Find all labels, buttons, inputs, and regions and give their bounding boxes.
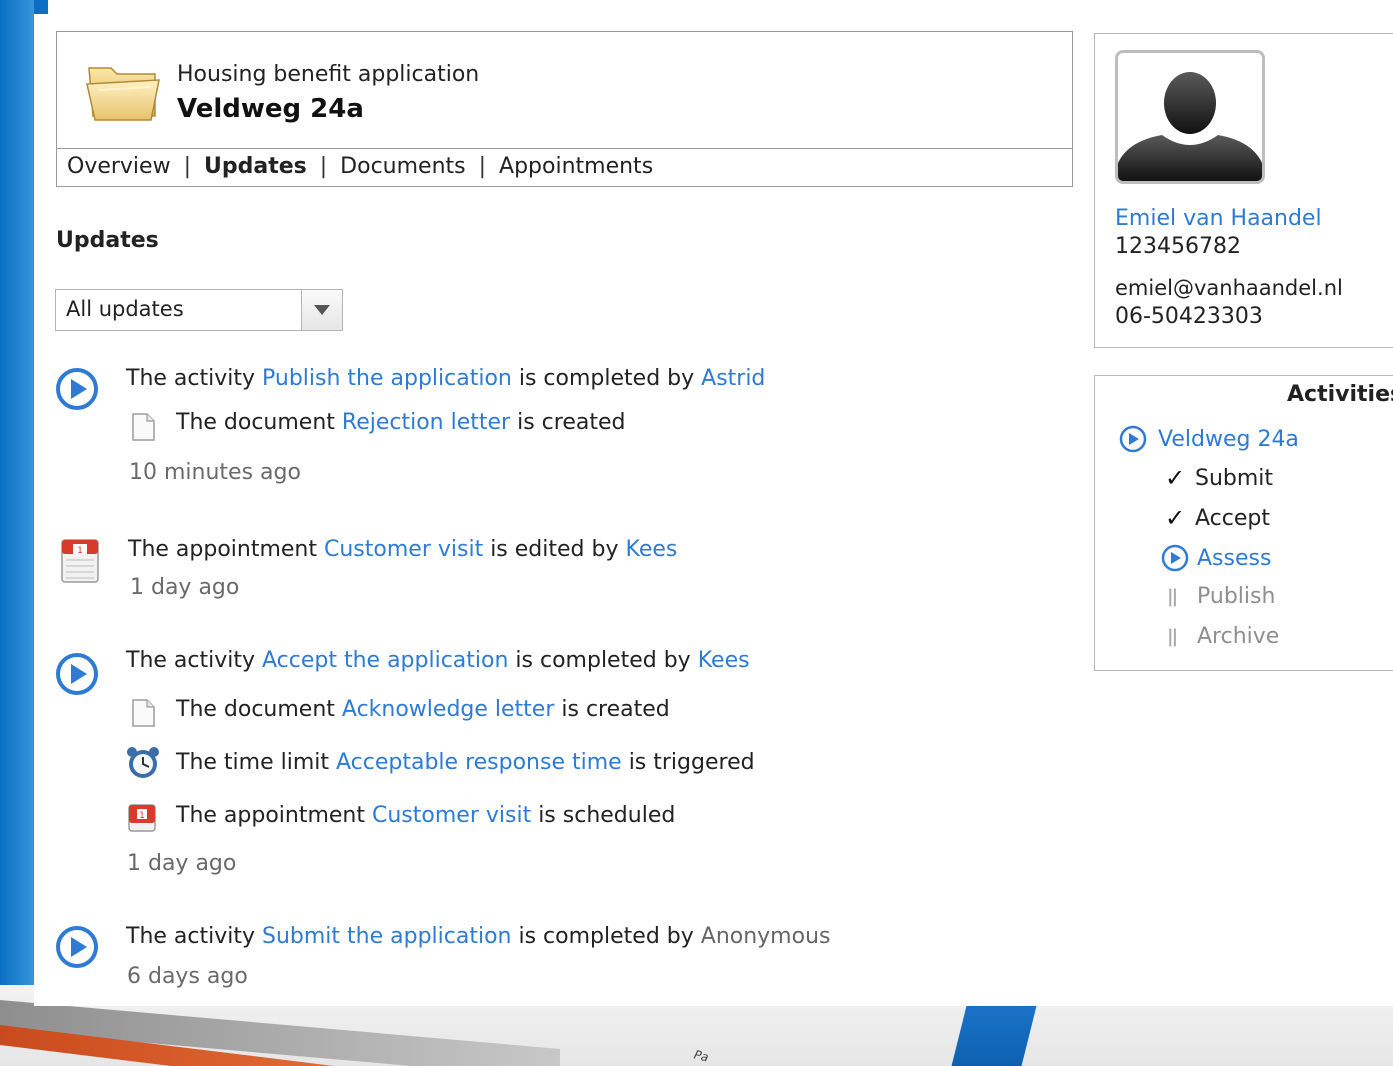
user-name: Anonymous bbox=[700, 924, 831, 949]
update-text: The time limit bbox=[176, 750, 336, 775]
update-timestamp: 6 days ago bbox=[127, 964, 248, 989]
update-text: The document bbox=[176, 697, 342, 722]
time-limit-link[interactable]: Acceptable response time bbox=[336, 750, 622, 775]
document-icon bbox=[132, 413, 155, 441]
update-line: The activity Submit the application is c… bbox=[126, 924, 830, 949]
tab-appointments[interactable]: Appointments bbox=[499, 154, 653, 179]
activity-item-label: Publish bbox=[1197, 584, 1276, 609]
update-timestamp: 10 minutes ago bbox=[129, 460, 301, 485]
person-name-link[interactable]: Emiel van Haandel bbox=[1115, 206, 1322, 231]
update-text: is created bbox=[510, 410, 626, 435]
tab-updates[interactable]: Updates bbox=[204, 154, 307, 179]
person-card: Emiel van Haandel 123456782 emiel@vanhaa… bbox=[1094, 33, 1393, 348]
case-title: Veldweg 24a bbox=[177, 94, 364, 124]
tab-separator: | bbox=[183, 154, 191, 179]
activity-case-row[interactable]: Veldweg 24a bbox=[1119, 424, 1299, 454]
update-line: The activity Publish the application is … bbox=[126, 366, 765, 391]
update-text: The appointment bbox=[128, 537, 324, 562]
play-circle-icon bbox=[1119, 425, 1147, 453]
activity-play-icon bbox=[56, 926, 98, 968]
update-text: The activity bbox=[126, 366, 262, 391]
user-link[interactable]: Kees bbox=[698, 648, 750, 673]
update-line: The time limit Acceptable response time … bbox=[176, 750, 755, 775]
update-line: The activity Accept the application is c… bbox=[126, 648, 750, 673]
pause-icon: || bbox=[1167, 626, 1178, 647]
pause-icon: || bbox=[1167, 586, 1178, 607]
activity-item-assess[interactable]: Assess bbox=[1159, 543, 1271, 573]
user-link[interactable]: Astrid bbox=[701, 366, 765, 391]
activity-item-publish[interactable]: || Publish bbox=[1167, 584, 1275, 609]
case-tabs: Overview | Updates | Documents | Appoint… bbox=[67, 154, 653, 179]
chevron-down-icon bbox=[314, 305, 330, 315]
activity-item-archive[interactable]: || Archive bbox=[1167, 624, 1279, 649]
person-id: 123456782 bbox=[1115, 234, 1241, 259]
updates-filter-select[interactable]: All updates bbox=[55, 289, 343, 331]
svg-text:1: 1 bbox=[139, 811, 145, 821]
tab-separator: | bbox=[319, 154, 328, 179]
calendar-icon: 1 bbox=[128, 804, 156, 832]
appointment-link[interactable]: Customer visit bbox=[324, 537, 483, 562]
check-icon: ✓ bbox=[1165, 464, 1186, 492]
activity-item-label: Submit bbox=[1195, 465, 1274, 491]
update-timestamp: 1 day ago bbox=[127, 851, 237, 876]
person-phone: 06-50423303 bbox=[1115, 304, 1263, 329]
activity-link[interactable]: Submit the application bbox=[262, 924, 512, 949]
dropdown-button[interactable] bbox=[301, 290, 342, 330]
updates-filter-value: All updates bbox=[66, 297, 184, 321]
case-header-top: Housing benefit application Veldweg 24a bbox=[57, 32, 1072, 149]
person-email: emiel@vanhaandel.nl bbox=[1115, 276, 1343, 300]
update-line: The document Acknowledge letter is creat… bbox=[176, 697, 670, 722]
check-icon: ✓ bbox=[1165, 504, 1186, 532]
document-link[interactable]: Rejection letter bbox=[342, 410, 510, 435]
folder-icon bbox=[86, 67, 160, 121]
document-icon bbox=[132, 699, 155, 727]
activity-play-icon bbox=[56, 368, 98, 410]
activity-case-link[interactable]: Veldweg 24a bbox=[1158, 427, 1299, 452]
activity-item-accept[interactable]: ✓ Accept bbox=[1165, 504, 1270, 532]
update-text: is edited by bbox=[483, 537, 626, 562]
update-text: is completed by bbox=[511, 366, 702, 391]
tab-overview[interactable]: Overview bbox=[67, 154, 171, 179]
update-text: is completed by bbox=[511, 924, 701, 949]
document-link[interactable]: Acknowledge letter bbox=[342, 697, 554, 722]
activities-card: Activities Veldweg 24a ✓ Submit ✓ Accept… bbox=[1094, 375, 1393, 671]
update-text: The activity bbox=[126, 648, 262, 673]
avatar[interactable] bbox=[1115, 50, 1265, 184]
activity-item-label: Accept bbox=[1195, 505, 1270, 531]
update-text: is scheduled bbox=[531, 803, 676, 828]
case-subtitle: Housing benefit application bbox=[177, 62, 480, 87]
appointment-link[interactable]: Customer visit bbox=[372, 803, 531, 828]
svg-text:1: 1 bbox=[77, 546, 83, 556]
updates-heading: Updates bbox=[56, 228, 159, 253]
tab-separator: | bbox=[478, 154, 487, 179]
activity-item-submit[interactable]: ✓ Submit bbox=[1165, 464, 1273, 492]
tab-documents[interactable]: Documents bbox=[340, 154, 465, 179]
activity-play-icon bbox=[56, 653, 98, 695]
update-line: The appointment Customer visit is edited… bbox=[128, 537, 677, 562]
play-circle-icon bbox=[1161, 544, 1189, 572]
update-text: The activity bbox=[126, 924, 262, 949]
activity-item-label: Archive bbox=[1197, 624, 1280, 649]
user-silhouette-icon bbox=[1118, 72, 1262, 181]
alarm-clock-icon bbox=[127, 747, 159, 778]
calendar-icon: 1 bbox=[61, 539, 99, 583]
update-line: The appointment Customer visit is schedu… bbox=[176, 803, 675, 828]
update-text: The appointment bbox=[176, 803, 372, 828]
user-link[interactable]: Kees bbox=[625, 537, 677, 562]
update-text: The document bbox=[176, 410, 342, 435]
activities-title: Activities bbox=[1287, 382, 1393, 407]
update-text: is created bbox=[554, 697, 670, 722]
activity-link[interactable]: Accept the application bbox=[262, 648, 508, 673]
activity-item-label[interactable]: Assess bbox=[1197, 546, 1271, 571]
update-line: The document Rejection letter is created bbox=[176, 410, 625, 435]
update-text: is triggered bbox=[621, 750, 755, 775]
page-corner bbox=[34, 0, 48, 14]
update-text: is completed by bbox=[508, 648, 698, 673]
case-header-card: Housing benefit application Veldweg 24a … bbox=[56, 31, 1073, 187]
activity-link[interactable]: Publish the application bbox=[262, 366, 512, 391]
update-timestamp: 1 day ago bbox=[130, 575, 240, 600]
